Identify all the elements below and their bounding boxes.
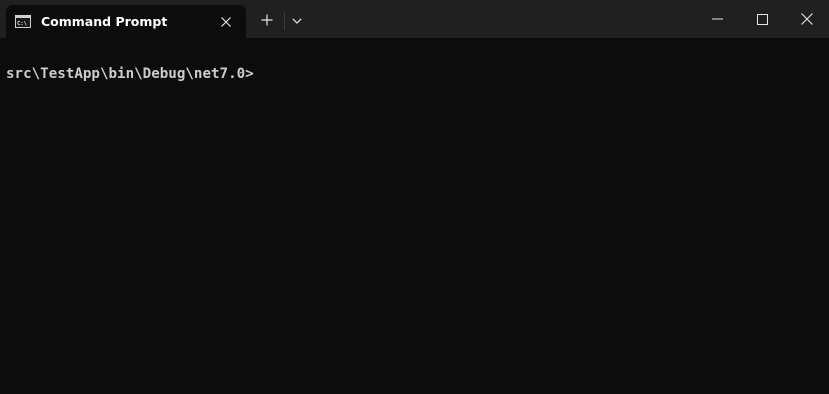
terminal-output[interactable]: src\TestApp\bin\Debug\net7.0> bbox=[0, 38, 829, 394]
minimize-icon[interactable] bbox=[694, 0, 740, 38]
close-icon[interactable] bbox=[215, 11, 237, 33]
chevron-down-icon[interactable] bbox=[287, 9, 307, 33]
close-icon[interactable] bbox=[784, 0, 829, 38]
maximize-icon[interactable] bbox=[739, 0, 785, 38]
tab-divider bbox=[284, 12, 285, 30]
tab-title: Command Prompt bbox=[41, 14, 168, 29]
title-bar[interactable]: C:\ Command Prompt bbox=[0, 0, 829, 38]
tab-command-prompt[interactable]: C:\ Command Prompt bbox=[6, 5, 246, 38]
svg-text:C:\: C:\ bbox=[17, 21, 28, 27]
command-prompt-icon: C:\ bbox=[15, 15, 31, 28]
terminal-window: C:\ Command Prompt src\TestApp\bin\Debug… bbox=[0, 0, 829, 394]
command-prompt-line: src\TestApp\bin\Debug\net7.0> bbox=[6, 66, 254, 82]
plus-icon[interactable] bbox=[255, 8, 279, 32]
